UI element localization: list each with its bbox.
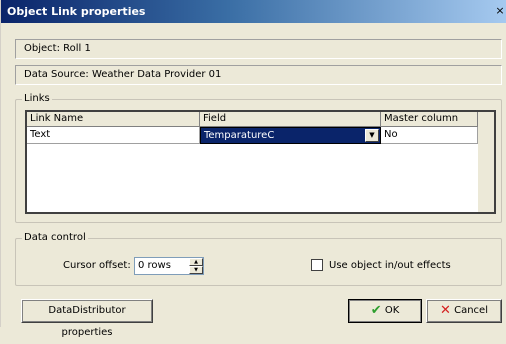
column-header-field[interactable]: Field	[200, 112, 381, 127]
column-header-master-column[interactable]: Master column	[381, 112, 478, 127]
use-effects-checkbox[interactable]	[311, 259, 323, 271]
title-bar[interactable]: Object Link properties ×	[1, 0, 506, 23]
window-title: Object Link properties	[7, 5, 146, 18]
master-column-cell[interactable]: No	[381, 127, 478, 144]
object-label: Object: Roll 1	[24, 43, 91, 54]
chevron-down-icon[interactable]: ▼	[365, 129, 379, 142]
close-icon[interactable]: ×	[495, 4, 505, 18]
cursor-offset-value: 0 rows	[138, 260, 171, 271]
cancel-x-icon: ✕	[440, 303, 451, 318]
spinner-buttons[interactable]: ▲ ▼	[189, 258, 203, 274]
spinner-down-icon[interactable]: ▼	[189, 266, 203, 274]
spinner-up-icon[interactable]: ▲	[189, 258, 203, 266]
object-link-properties-dialog: Object Link properties × Object: Roll 1 …	[0, 0, 506, 338]
cursor-offset-spinner[interactable]: 0 rows ▲ ▼	[134, 257, 204, 275]
object-info-field: Object: Roll 1	[15, 39, 502, 59]
checkmark-icon: ✔	[370, 303, 382, 318]
data-source-label: Data Source: Weather Data Provider 01	[24, 69, 222, 80]
link-name-cell[interactable]: Text	[27, 127, 200, 144]
cancel-button[interactable]: ✕ Cancel	[426, 299, 502, 323]
data-source-info-field: Data Source: Weather Data Provider 01	[15, 65, 502, 85]
links-grid[interactable]: Link Name Field Master column Text Tempa…	[25, 110, 496, 214]
field-dropdown-cell[interactable]: TemparatureC ▼	[200, 127, 381, 144]
ok-button[interactable]: ✔ OK	[348, 299, 422, 323]
use-effects-label: Use object in/out effects	[329, 260, 451, 271]
data-distributor-properties-button[interactable]: DataDistributor properties	[21, 299, 153, 338]
cursor-offset-label: Cursor offset:	[63, 260, 131, 271]
data-control-legend: Data control	[22, 232, 88, 243]
grid-scrollbar[interactable]	[478, 112, 494, 212]
column-header-link-name[interactable]: Link Name	[27, 112, 200, 127]
links-legend: Links	[22, 93, 52, 104]
